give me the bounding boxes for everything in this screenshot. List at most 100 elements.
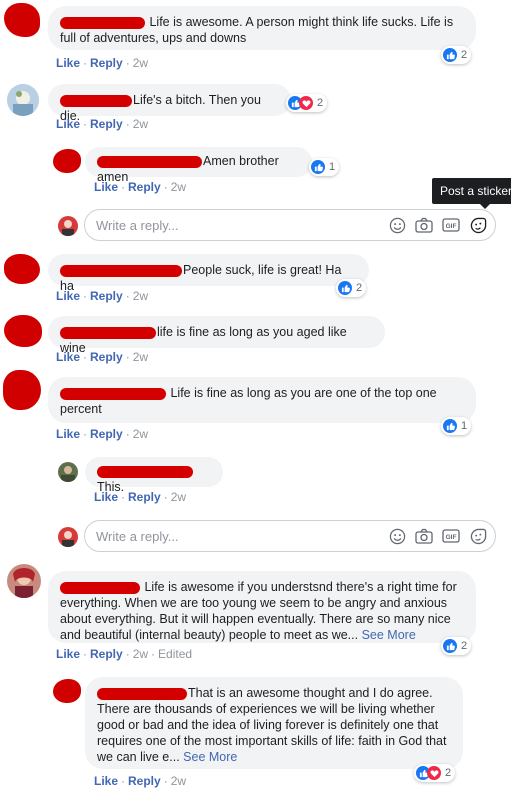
comment-bubble: Life is fine as long as you are one of t…	[48, 377, 476, 423]
timestamp[interactable]: 2w	[133, 56, 148, 70]
comment-actions: Like · Reply · 2w	[94, 774, 187, 788]
like-link[interactable]: Like	[56, 56, 80, 70]
reaction-summary[interactable]: 1	[309, 158, 340, 176]
current-user-avatar	[58, 216, 78, 236]
reaction-summary[interactable]: 2	[414, 764, 456, 782]
reply-input[interactable]: Write a reply... GIF	[84, 209, 496, 241]
timestamp[interactable]: 2w	[133, 350, 148, 364]
like-link[interactable]: Like	[56, 427, 80, 441]
like-reaction-icon	[311, 160, 325, 174]
comment-actions: Like · Reply · 2w	[56, 56, 149, 70]
reply-link[interactable]: Reply	[90, 647, 123, 661]
reaction-count: 2	[445, 767, 452, 779]
timestamp[interactable]: 2w	[133, 117, 148, 131]
comment-actions: Like · Reply · 2w	[94, 180, 187, 194]
reaction-count: 1	[461, 420, 468, 432]
like-link[interactable]: Like	[94, 180, 118, 194]
like-reaction-icon	[338, 281, 352, 295]
svg-text:GIF: GIF	[446, 223, 457, 230]
avatar[interactable]	[7, 564, 41, 598]
comment-actions: Like · Reply · 2w	[94, 490, 187, 504]
timestamp[interactable]: 2w	[171, 490, 186, 504]
avatar[interactable]	[53, 679, 81, 703]
avatar[interactable]	[53, 149, 81, 173]
emoji-icon[interactable]	[388, 527, 406, 545]
avatar[interactable]	[58, 462, 78, 482]
sticker-tooltip: Post a sticker	[432, 178, 511, 209]
avatar[interactable]	[4, 254, 40, 284]
reply-link[interactable]: Reply	[128, 774, 161, 788]
reply-placeholder: Write a reply...	[96, 218, 179, 233]
redacted-author-name[interactable]	[60, 581, 140, 594]
reaction-count: 1	[329, 161, 336, 173]
comment-bubble: life is fine as long as you aged like wi…	[48, 316, 385, 355]
camera-icon[interactable]	[415, 527, 433, 545]
reply-link[interactable]: Reply	[90, 117, 123, 131]
avatar[interactable]	[3, 370, 41, 410]
comment-actions: Like · Reply · 2w	[56, 117, 149, 131]
reply-link[interactable]: Reply	[90, 350, 123, 364]
camera-icon[interactable]	[415, 216, 433, 234]
current-user-avatar	[58, 527, 78, 547]
sticker-icon[interactable]	[469, 216, 487, 234]
timestamp[interactable]: 2w	[133, 647, 148, 661]
like-reaction-icon	[443, 48, 457, 62]
timestamp[interactable]: 2w	[171, 774, 186, 788]
reply-link[interactable]: Reply	[128, 490, 161, 504]
comment-bubble: Amen brother amen	[85, 147, 312, 184]
redacted-author-name[interactable]	[97, 155, 202, 168]
redacted-author-name[interactable]	[97, 687, 187, 700]
reply-link[interactable]: Reply	[90, 289, 123, 303]
reaction-summary[interactable]: 1	[441, 417, 472, 435]
redacted-author-name[interactable]	[60, 16, 145, 29]
timestamp[interactable]: 2w	[133, 427, 148, 441]
like-link[interactable]: Like	[94, 490, 118, 504]
like-reaction-icon	[443, 419, 457, 433]
redacted-author-name[interactable]	[60, 264, 182, 277]
redacted-author-name[interactable]	[60, 326, 156, 339]
comment-bubble: People suck, life is great! Ha ha	[48, 254, 369, 293]
like-link[interactable]: Like	[56, 117, 80, 131]
love-reaction-icon	[427, 766, 441, 780]
comment-actions: Like · Reply · 2w	[56, 289, 149, 303]
reaction-count: 2	[461, 640, 468, 652]
avatar[interactable]	[4, 315, 42, 347]
reply-placeholder: Write a reply...	[96, 529, 179, 544]
reaction-count: 2	[461, 49, 468, 61]
edited-label[interactable]: Edited	[158, 647, 192, 661]
sticker-icon[interactable]	[469, 527, 487, 545]
comment-actions: Like · Reply · 2w	[56, 350, 149, 364]
gif-icon[interactable]: GIF	[442, 527, 460, 545]
like-link[interactable]: Like	[56, 350, 80, 364]
reaction-summary[interactable]: 2	[441, 46, 472, 64]
timestamp[interactable]: 2w	[171, 180, 186, 194]
emoji-icon[interactable]	[388, 216, 406, 234]
svg-text:GIF: GIF	[446, 534, 457, 541]
like-link[interactable]: Like	[56, 289, 80, 303]
like-link[interactable]: Like	[94, 774, 118, 788]
see-more-link[interactable]: See More	[362, 628, 416, 642]
comment-bubble: That is an awesome thought and I do agre…	[85, 677, 463, 769]
timestamp[interactable]: 2w	[133, 289, 148, 303]
avatar[interactable]	[7, 84, 39, 116]
reply-link[interactable]: Reply	[90, 56, 123, 70]
comment-actions: Like · Reply · 2w	[56, 427, 149, 441]
reaction-summary[interactable]: 2	[441, 637, 472, 655]
reaction-summary[interactable]: 2	[286, 94, 328, 112]
reply-input[interactable]: Write a reply... GIF	[84, 520, 496, 552]
like-link[interactable]: Like	[56, 647, 80, 661]
comment-bubble: Life is awesome if you understsnd there'…	[48, 571, 476, 643]
comment-bubble: Life's a bitch. Then you die.	[48, 84, 291, 123]
redacted-author-name[interactable]	[60, 94, 132, 107]
reply-link[interactable]: Reply	[128, 180, 161, 194]
reaction-count: 2	[317, 97, 324, 109]
gif-icon[interactable]: GIF	[442, 216, 460, 234]
reply-link[interactable]: Reply	[90, 427, 123, 441]
avatar[interactable]	[4, 3, 40, 37]
reaction-summary[interactable]: 2	[336, 279, 367, 297]
comment-bubble: Life is awesome. A person might think li…	[48, 6, 476, 50]
redacted-author-name[interactable]	[60, 387, 166, 400]
see-more-link[interactable]: See More	[183, 750, 237, 764]
redacted-author-name[interactable]	[97, 465, 193, 478]
comment-actions: Like · Reply · 2w · Edited	[56, 647, 193, 661]
